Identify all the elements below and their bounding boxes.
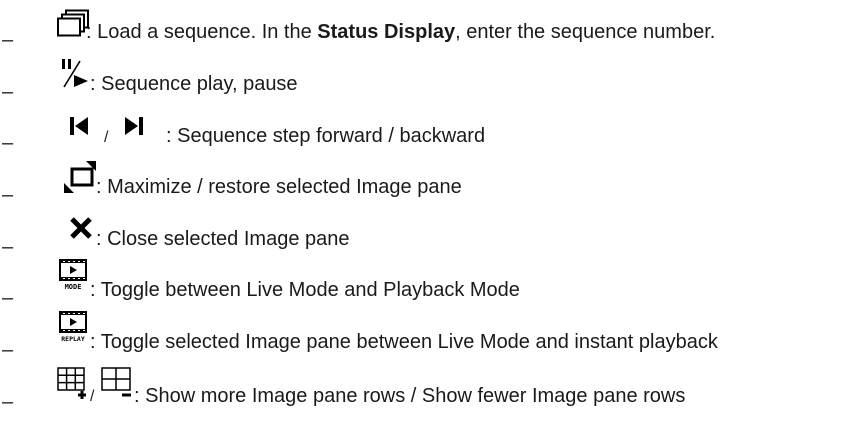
svg-text:MODE: MODE	[65, 283, 82, 291]
list-item: – : Maximize / restore selected Image pa…	[0, 155, 867, 205]
item-description: : Close selected Image pane	[96, 228, 350, 250]
more-rows-icon	[56, 366, 88, 407]
list-item: – : Close selected Image pane	[0, 207, 867, 257]
bullet-dash: –	[2, 81, 14, 103]
item-description: : Sequence play, pause	[90, 73, 298, 95]
step-forward-icon	[123, 115, 145, 142]
separator: /	[104, 129, 109, 146]
bullet-dash: –	[2, 236, 14, 258]
item-description: : Maximize / restore selected Image pane	[96, 176, 462, 198]
bullet-dash: –	[2, 132, 14, 154]
mode-film-icon: MODE	[58, 258, 92, 297]
status-display-label: Status Display	[317, 21, 456, 43]
item-description: : Toggle selected Image pane between Liv…	[90, 331, 718, 353]
bullet-dash: –	[2, 287, 14, 309]
item-description: : Load a sequence. In the Status Display…	[86, 21, 716, 43]
item-description: : Show more Image pane rows / Show fewer…	[134, 385, 686, 407]
list-item: – : Sequence play, pause	[0, 52, 867, 102]
bullet-dash: –	[2, 391, 14, 413]
separator: /	[90, 388, 95, 405]
bullet-dash: –	[2, 339, 14, 361]
replay-film-icon: REPLAY	[58, 310, 92, 349]
list-item: – / : Sequence step forward / backward	[0, 103, 867, 153]
play-pause-icon	[58, 55, 94, 96]
item-description: : Sequence step forward / backward	[166, 125, 486, 147]
list-item: – MODE : Toggle between Live Mode and Pl…	[0, 258, 867, 308]
fewer-rows-icon	[100, 366, 134, 407]
list-item: – / : Show more Image pane rows / Show f…	[0, 362, 867, 412]
bullet-dash: –	[2, 29, 14, 51]
item-description: : Toggle between Live Mode and Playback …	[90, 279, 520, 301]
step-backward-icon	[68, 115, 90, 142]
svg-text:REPLAY: REPLAY	[61, 335, 85, 343]
list-item: – REPLAY : Toggle selected Image pane be…	[0, 310, 867, 360]
close-icon	[68, 215, 94, 246]
bullet-dash: –	[2, 184, 14, 206]
list-item: – : Load a sequence. In the Status Displ…	[0, 0, 867, 50]
